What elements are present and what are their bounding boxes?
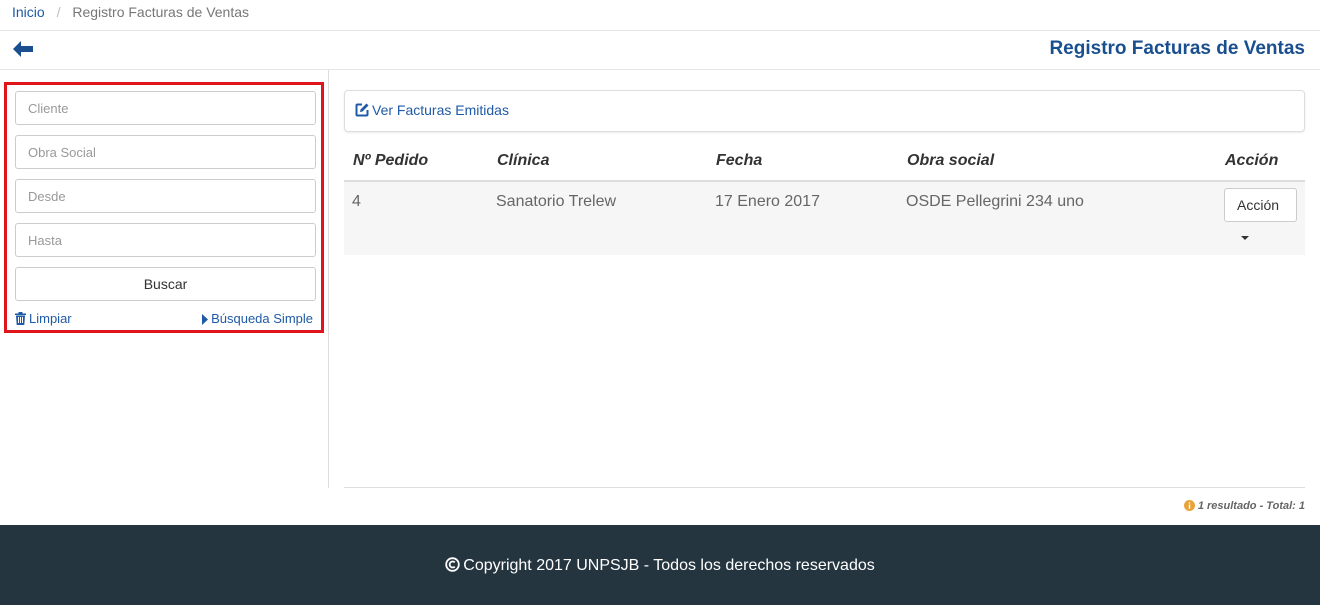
cell-accion: Acción xyxy=(1216,181,1305,255)
sidebar: Buscar Limpiar Búsqueda Simple xyxy=(0,70,329,488)
cliente-input[interactable] xyxy=(15,91,316,125)
breadcrumb-current: Registro Facturas de Ventas xyxy=(72,4,250,20)
back-arrow-icon[interactable] xyxy=(12,40,34,58)
advanced-search-panel: Buscar Limpiar Búsqueda Simple xyxy=(4,82,324,333)
table-row: 4 Sanatorio Trelew 17 Enero 2017 OSDE Pe… xyxy=(344,181,1305,255)
info-icon xyxy=(1183,500,1195,511)
header-obra-social[interactable]: Obra social xyxy=(898,140,1216,182)
breadcrumb-home-link[interactable]: Inicio xyxy=(12,4,45,20)
copyright-icon xyxy=(445,557,460,572)
accion-dropdown-button[interactable]: Acción xyxy=(1224,188,1297,240)
caret-right-icon xyxy=(202,314,209,325)
page-title: Registro Facturas de Ventas xyxy=(1049,38,1305,59)
footer-copyright: Copyright 2017 UNPSJB - Todos los derech… xyxy=(463,557,875,574)
cell-fecha: 17 Enero 2017 xyxy=(707,181,898,255)
footer: Copyright 2017 UNPSJB - Todos los derech… xyxy=(0,525,1320,605)
table-header-row: Nº Pedido Clínica Fecha Obra social Acci… xyxy=(344,140,1305,182)
header-accion: Acción xyxy=(1216,140,1305,182)
header-clinica[interactable]: Clínica xyxy=(488,140,707,182)
cell-clinica: Sanatorio Trelew xyxy=(488,181,707,255)
result-count-text: 1 resultado - Total: 1 xyxy=(1197,500,1305,512)
limpiar-link[interactable]: Limpiar xyxy=(15,311,72,326)
breadcrumb: Inicio / Registro Facturas de Ventas xyxy=(0,0,1320,31)
caret-down-icon xyxy=(1241,236,1249,240)
trash-icon xyxy=(15,312,26,325)
cell-pedido: 4 xyxy=(344,181,488,255)
obra-social-input[interactable] xyxy=(15,135,316,169)
hasta-input[interactable] xyxy=(15,223,316,257)
header-fecha[interactable]: Fecha xyxy=(707,140,898,182)
main-content: Ver Facturas Emitidas Nº Pedido Clínica … xyxy=(344,90,1305,255)
search-links-row: Limpiar Búsqueda Simple xyxy=(15,309,313,331)
busqueda-simple-label: Búsqueda Simple xyxy=(211,311,313,326)
header-pedido[interactable]: Nº Pedido xyxy=(344,140,488,182)
facturas-table: Nº Pedido Clínica Fecha Obra social Acci… xyxy=(344,140,1305,255)
buscar-button[interactable]: Buscar xyxy=(15,267,316,301)
accion-label: Acción xyxy=(1237,197,1280,213)
breadcrumb-separator: / xyxy=(56,4,61,20)
edit-icon xyxy=(355,103,369,117)
result-count: 1 resultado - Total: 1 xyxy=(1183,500,1305,512)
content-divider xyxy=(344,487,1305,488)
ver-facturas-link[interactable]: Ver Facturas Emitidas xyxy=(355,102,509,118)
busqueda-simple-link[interactable]: Búsqueda Simple xyxy=(202,311,313,326)
ver-facturas-label: Ver Facturas Emitidas xyxy=(372,102,509,118)
cell-obra-social: OSDE Pellegrini 234 uno xyxy=(898,181,1216,255)
ver-facturas-panel: Ver Facturas Emitidas xyxy=(344,90,1305,132)
limpiar-label: Limpiar xyxy=(29,311,72,326)
header-bar: Registro Facturas de Ventas xyxy=(0,31,1320,70)
desde-input[interactable] xyxy=(15,179,316,213)
